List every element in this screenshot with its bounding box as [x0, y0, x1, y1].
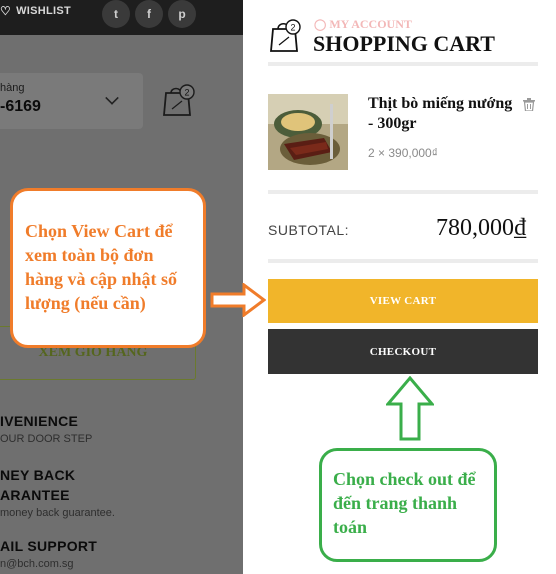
checkout-annotation: Chọn check out để đến trang thanh toán	[319, 448, 497, 562]
arrow-up-icon	[386, 376, 434, 441]
cart-title: SHOPPING CART	[313, 31, 495, 56]
trash-icon[interactable]	[523, 98, 535, 111]
shopping-bag-icon: 2	[270, 19, 301, 52]
twitter-icon[interactable]: t	[102, 0, 130, 28]
user-icon: ◯	[314, 19, 327, 31]
mini-cart-badge: 2	[184, 88, 189, 98]
my-account-label: MY ACCOUNT	[329, 17, 412, 31]
feature-sub-email: n@bch.com.sg	[0, 558, 74, 570]
divider	[268, 62, 538, 66]
feature-title-guarantee: ARANTEE	[0, 487, 70, 503]
hotline-number: -6169	[0, 98, 41, 115]
product-image[interactable]	[268, 94, 348, 170]
feature-title-convenience: IVENIENCE	[0, 413, 79, 429]
hotline-label: hàng	[0, 82, 25, 94]
my-account-link[interactable]: ◯ MY ACCOUNT	[314, 17, 412, 32]
facebook-icon[interactable]: f	[135, 0, 163, 28]
subtotal-value: 780,000₫	[436, 215, 527, 241]
top-bar: ♡ WISHLIST t f p	[0, 0, 243, 35]
checkout-button[interactable]: CHECKOUT	[268, 329, 538, 374]
arrow-right-icon	[210, 283, 266, 317]
divider	[268, 259, 538, 263]
cart-badge-count: 2	[290, 23, 295, 33]
feature-title-money-back: NEY BACK	[0, 467, 76, 483]
feature-sub-convenience: OUR DOOR STEP	[0, 433, 93, 445]
subtotal-label: SUBTOTAL:	[268, 222, 350, 238]
feature-sub-guarantee: money back guarantee.	[0, 507, 115, 519]
heart-icon: ♡	[0, 4, 12, 18]
divider	[268, 190, 538, 194]
mini-cart-icon[interactable]: 2	[162, 83, 196, 117]
view-cart-button[interactable]: VIEW CART	[268, 279, 538, 323]
product-name[interactable]: Thịt bò miếng nướng - 300gr	[368, 94, 518, 134]
pinterest-icon[interactable]: p	[168, 0, 196, 28]
view-cart-annotation: Chọn View Cart để xem toàn bộ đơn hàng v…	[10, 188, 206, 348]
product-quantity-price: 2 × 390,000₫	[368, 146, 438, 160]
feature-title-email-support: AIL SUPPORT	[0, 538, 98, 554]
wishlist-link[interactable]: ♡ WISHLIST	[0, 4, 71, 18]
wishlist-label: WISHLIST	[16, 5, 72, 17]
